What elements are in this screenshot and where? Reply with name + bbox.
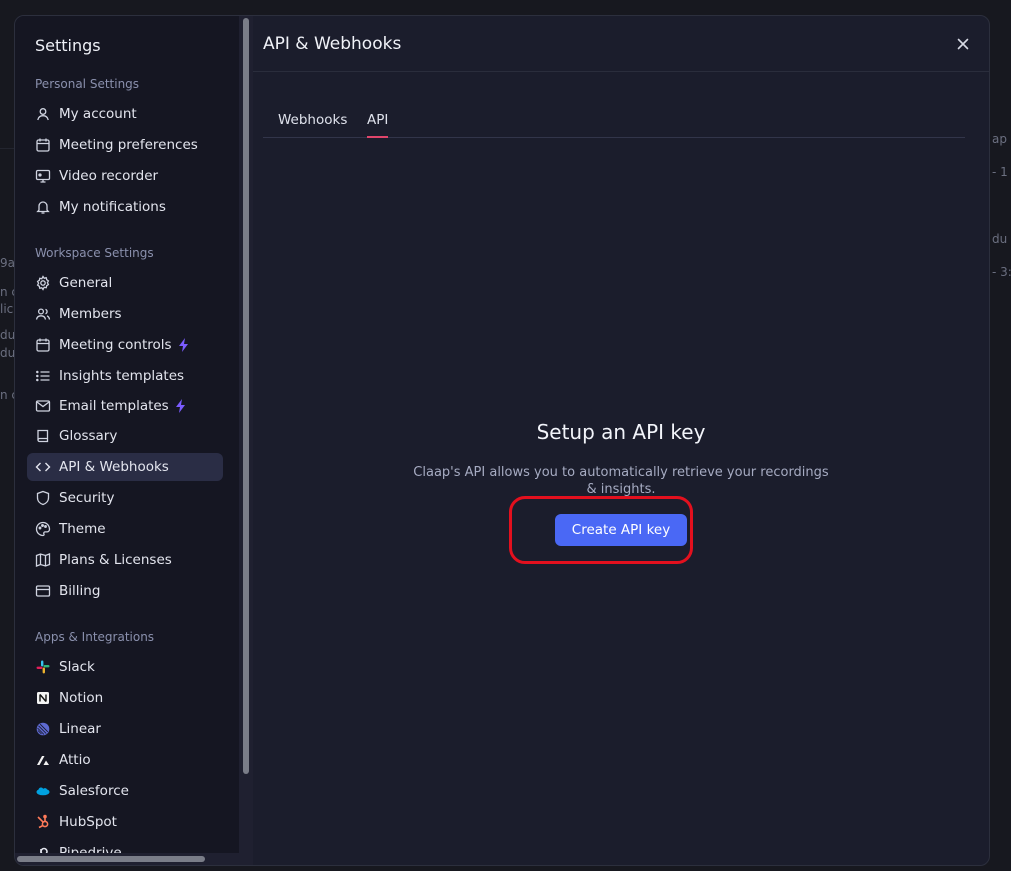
sidebar-item-insights-templates[interactable]: Insights templates — [27, 362, 223, 390]
sidebar-item-label: Plans & Licenses — [59, 552, 172, 568]
sidebar-horizontal-scrollbar[interactable] — [15, 853, 239, 865]
sidebar-item-label: Linear — [59, 721, 101, 737]
sidebar-item-api-webhooks[interactable]: API & Webhooks — [27, 453, 223, 481]
background-text: du — [992, 232, 1008, 246]
sidebar-item-linear[interactable]: Linear — [27, 715, 223, 743]
empty-state-title: Setup an API key — [536, 420, 706, 444]
empty-state: Setup an API key Claap's API allows you … — [253, 420, 989, 546]
sidebar-item-members[interactable]: Members — [27, 300, 223, 328]
sidebar-item-label: Salesforce — [59, 783, 129, 799]
sidebar-item-label: Insights templates — [59, 368, 185, 384]
calendar-icon — [35, 337, 51, 353]
calendar-icon — [35, 137, 51, 153]
sidebar-item-hubspot[interactable]: HubSpot — [27, 808, 223, 836]
background-text: du — [0, 328, 16, 342]
sidebar-item-label: Notion — [59, 690, 104, 706]
scrollbar-thumb[interactable] — [17, 856, 205, 862]
settings-modal: Settings Personal Settings My account Me… — [14, 15, 990, 866]
empty-state-description: Claap's API allows you to automatically … — [413, 465, 829, 497]
sidebar-item-meeting-preferences[interactable]: Meeting preferences — [27, 131, 223, 159]
sidebar-item-label: My notifications — [59, 199, 166, 215]
background-text: - 1 — [992, 165, 1008, 179]
section-label-apps: Apps & Integrations — [35, 630, 155, 644]
shield-icon — [35, 490, 51, 506]
background-divider — [0, 148, 14, 149]
tab-bar: Webhooks API — [263, 112, 965, 138]
sidebar-item-theme[interactable]: Theme — [27, 515, 223, 543]
sidebar-item-label: API & Webhooks — [59, 459, 169, 475]
background-text: - 3:( — [992, 265, 1011, 279]
page-title: API & Webhooks — [263, 34, 402, 54]
sidebar-item-label: Security — [59, 490, 115, 506]
monitor-icon — [35, 168, 51, 184]
sidebar-item-label: Attio — [59, 752, 91, 768]
sidebar-item-label: General — [59, 275, 113, 291]
section-label-workspace: Workspace Settings — [35, 246, 154, 260]
close-button[interactable] — [955, 36, 971, 52]
sidebar-item-my-account[interactable]: My account — [27, 100, 223, 128]
sidebar-item-label: Meeting preferences — [59, 137, 198, 153]
settings-sidebar: Settings Personal Settings My account Me… — [15, 16, 239, 865]
content-header: API & Webhooks — [253, 16, 989, 72]
sidebar-item-label: Meeting controls — [59, 337, 172, 353]
sidebar-item-email-templates[interactable]: Email templates — [27, 392, 223, 420]
gear-icon — [35, 275, 51, 291]
sidebar-item-general[interactable]: General — [27, 269, 223, 297]
scrollbar-thumb[interactable] — [243, 18, 249, 774]
notion-icon — [35, 690, 51, 706]
background-text: ap — [992, 132, 1007, 146]
tab-api[interactable]: API — [367, 112, 389, 138]
user-icon — [35, 106, 51, 122]
tab-webhooks[interactable]: Webhooks — [278, 112, 347, 136]
sidebar-item-label: Email templates — [59, 398, 169, 414]
close-icon — [957, 38, 969, 50]
code-icon — [35, 459, 51, 475]
credit-card-icon — [35, 583, 51, 599]
book-icon — [35, 428, 51, 444]
bolt-icon — [178, 338, 188, 352]
salesforce-icon — [35, 783, 51, 799]
sidebar-item-label: Members — [59, 306, 122, 322]
background-text: lic — [0, 302, 14, 316]
sidebar-item-attio[interactable]: Attio — [27, 746, 223, 774]
sidebar-item-slack[interactable]: Slack — [27, 653, 223, 681]
slack-icon — [35, 659, 51, 675]
sidebar-item-meeting-controls[interactable]: Meeting controls — [27, 331, 223, 359]
sidebar-item-label: HubSpot — [59, 814, 117, 830]
sidebar-vertical-scrollbar[interactable] — [239, 16, 253, 865]
settings-content: API & Webhooks Webhooks API Setup an API… — [253, 16, 989, 865]
attio-icon — [35, 752, 51, 768]
sidebar-item-plans-licenses[interactable]: Plans & Licenses — [27, 546, 223, 574]
hubspot-icon — [35, 814, 51, 830]
sidebar-item-label: My account — [59, 106, 137, 122]
sidebar-title: Settings — [35, 36, 101, 55]
list-icon — [35, 368, 51, 384]
sidebar-item-label: Billing — [59, 583, 101, 599]
section-label-personal: Personal Settings — [35, 77, 140, 91]
sidebar-item-notion[interactable]: Notion — [27, 684, 223, 712]
sidebar-item-label: Slack — [59, 659, 95, 675]
map-icon — [35, 552, 51, 568]
users-icon — [35, 306, 51, 322]
sidebar-item-label: Glossary — [59, 428, 118, 444]
palette-icon — [35, 521, 51, 537]
sidebar-item-video-recorder[interactable]: Video recorder — [27, 162, 223, 190]
create-api-key-button[interactable]: Create API key — [554, 514, 688, 546]
sidebar-item-glossary[interactable]: Glossary — [27, 422, 223, 450]
sidebar-item-my-notifications[interactable]: My notifications — [27, 193, 223, 221]
background-text: 9a — [0, 256, 15, 270]
sidebar-item-security[interactable]: Security — [27, 484, 223, 512]
linear-icon — [35, 721, 51, 737]
sidebar-item-salesforce[interactable]: Salesforce — [27, 777, 223, 805]
bell-icon — [35, 199, 51, 215]
sidebar-item-billing[interactable]: Billing — [27, 577, 223, 605]
sidebar-item-label: Video recorder — [59, 168, 159, 184]
bolt-icon — [175, 399, 185, 413]
mail-icon — [35, 398, 51, 414]
sidebar-item-label: Theme — [59, 521, 106, 537]
background-text: du — [0, 346, 16, 360]
